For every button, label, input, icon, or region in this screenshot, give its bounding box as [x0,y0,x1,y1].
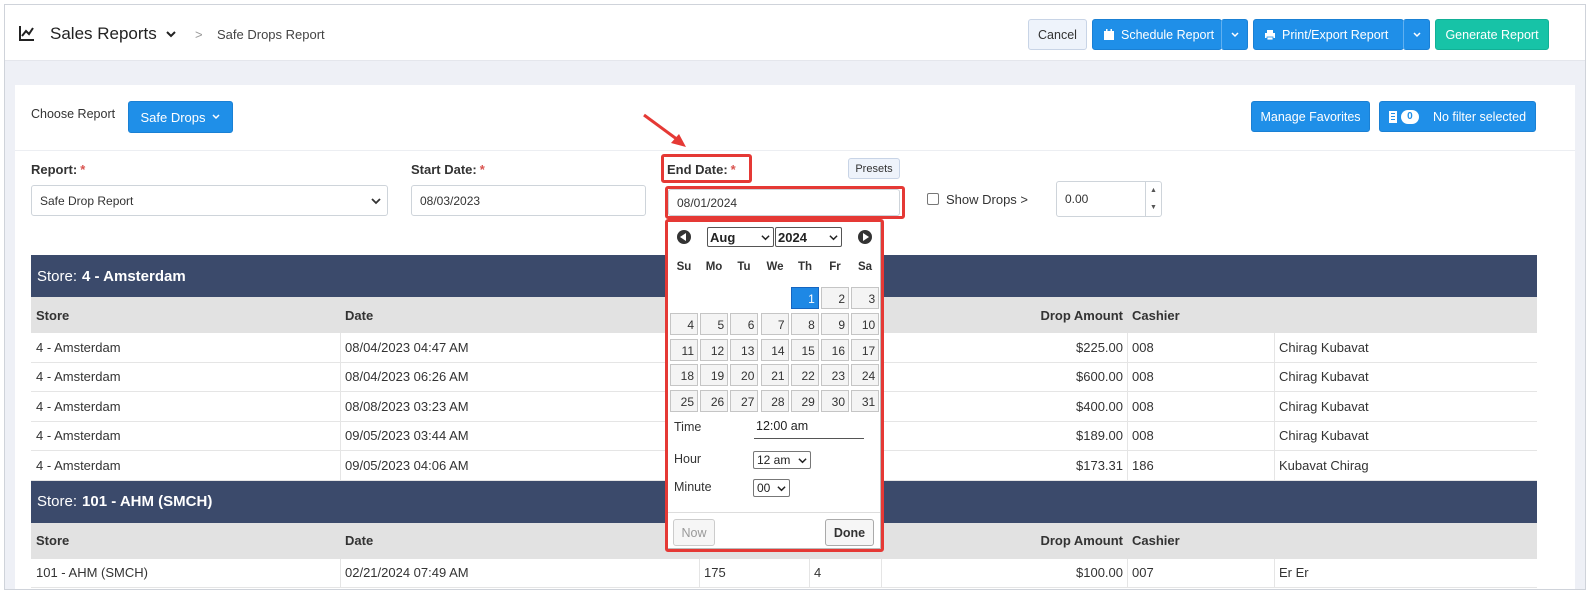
spin-down-icon[interactable]: ▼ [1146,199,1161,216]
show-drops-amount-value: 0.00 [1065,192,1089,206]
cell-store: 4 - Amsterdam [36,398,121,414]
cell-store: 4 - Amsterdam [36,369,121,385]
filter-count-badge: 0 [1400,109,1419,124]
report-select-value: Safe Drop Report [40,193,134,208]
cell-store: 4 - Amsterdam [36,457,121,473]
cell-cashier-id: 008 [1132,428,1154,444]
store-name: 4 - Amsterdam [82,267,186,285]
required-mark: * [479,162,485,177]
column-header-date[interactable]: Date [345,308,373,323]
start-date-input[interactable]: 08/03/2023 [411,185,646,216]
chevron-down-icon[interactable] [165,28,177,40]
chevron-down-icon [1230,31,1239,37]
cell-amount: $173.31 [1076,457,1123,473]
column-header-drop-amount[interactable]: Drop Amount [1040,533,1123,548]
print-export-button[interactable]: Print/Export Report [1253,19,1404,50]
column-header-date[interactable]: Date [345,533,373,548]
cell-cashier: Chirag Kubavat [1279,398,1369,414]
generate-report-button[interactable]: Generate Report [1435,19,1549,50]
cell-cashier: Chirag Kubavat [1279,369,1369,385]
cell-cashier: Chirag Kubavat [1279,428,1369,444]
safe-drops-label: Safe Drops [140,109,206,125]
cell-cashier-id: 186 [1132,457,1154,473]
cell-cashier-id: 008 [1132,398,1154,414]
breadcrumb-separator: > [195,27,203,42]
column-header-store[interactable]: Store [36,533,69,548]
show-drops-label: Show Drops > [946,192,1029,207]
cell-date: 08/08/2023 03:23 AM [345,398,469,414]
table-row: 101 - AHM (SMCH) 02/21/2024 07:49 AM 175… [31,558,1537,588]
cell-store: 4 - Amsterdam [36,428,121,444]
datepicker-highlight [665,219,884,552]
column-header-store[interactable]: Store [36,308,69,323]
report-label-text: Report: [31,162,78,177]
cell-amount: $400.00 [1076,398,1123,414]
cancel-button[interactable]: Cancel [1028,19,1087,50]
calendar-icon [1104,28,1114,40]
cell-amount: $600.00 [1076,369,1123,385]
panel-divider [15,150,1575,151]
cell-cashier-id: 008 [1132,369,1154,385]
store-prefix: Store: [37,493,78,510]
cell-date: 09/05/2023 04:06 AM [345,457,469,473]
show-drops-checkbox[interactable] [927,193,939,205]
end-date-label-highlight [661,154,752,183]
cell-store: 101 - AHM (SMCH) [36,565,148,581]
show-drops-amount-input[interactable]: 0.00 ▲ ▼ [1056,181,1162,217]
store-name: 101 - AHM (SMCH) [82,493,213,510]
cell-store: 4 - Amsterdam [36,339,121,355]
cell-col4: 4 [814,565,822,581]
cell-cashier-id: 008 [1132,339,1154,355]
filter-icon [1388,110,1397,123]
schedule-dropdown-button[interactable] [1221,19,1248,50]
cell-col3: 175 [704,565,726,581]
top-bar: Sales Reports > Safe Drops Report Cancel… [5,5,1585,61]
report-select[interactable]: Safe Drop Report [31,185,388,216]
column-header-cashier[interactable]: Cashier [1132,533,1180,548]
report-field-label: Report: * [31,162,85,177]
required-mark: * [80,162,86,177]
cell-amount: $225.00 [1076,339,1123,355]
line-chart-icon [19,26,34,41]
cell-date: 08/04/2023 04:47 AM [345,339,469,355]
printer-icon [1265,29,1275,40]
cell-amount: $100.00 [1076,565,1123,581]
spin-up-icon[interactable]: ▲ [1146,182,1161,199]
page-title: Sales Reports [50,24,157,43]
chevron-down-icon [371,198,381,205]
cell-cashier-id: 007 [1132,565,1154,581]
choose-report-label: Choose Report [31,107,116,121]
presets-button[interactable]: Presets [848,158,900,179]
chevron-down-icon [211,114,220,120]
filter-text: No filter selected [1432,109,1527,124]
cell-cashier: Chirag Kubavat [1279,339,1369,355]
cell-date: 02/21/2024 07:49 AM [345,565,469,581]
cell-date: 09/05/2023 03:44 AM [345,428,469,444]
schedule-report-label: Schedule Report [1121,27,1215,42]
schedule-report-button[interactable]: Schedule Report [1092,19,1222,50]
print-export-label: Print/Export Report [1282,27,1389,42]
cell-cashier: Er Er [1279,565,1309,581]
number-spinner[interactable]: ▲ ▼ [1145,182,1161,216]
filter-button[interactable]: 0 No filter selected [1379,101,1536,132]
store-prefix: Store: [37,267,78,285]
cell-amount: $189.00 [1076,428,1123,444]
cell-cashier: Kubavat Chirag [1279,457,1369,473]
manage-favorites-button[interactable]: Manage Favorites [1251,101,1370,132]
start-label-text: Start Date: [411,162,477,177]
end-date-input-highlight [665,186,905,219]
breadcrumb[interactable]: Safe Drops Report [217,27,325,42]
safe-drops-button[interactable]: Safe Drops [128,101,233,133]
start-date-label: Start Date: * [411,162,485,177]
chevron-down-icon [1412,31,1421,37]
column-header-cashier[interactable]: Cashier [1132,308,1180,323]
cell-date: 08/04/2023 06:26 AM [345,369,469,385]
annotation-arrow-icon [643,113,686,147]
print-dropdown-button[interactable] [1403,19,1430,50]
column-header-drop-amount[interactable]: Drop Amount [1040,308,1123,323]
